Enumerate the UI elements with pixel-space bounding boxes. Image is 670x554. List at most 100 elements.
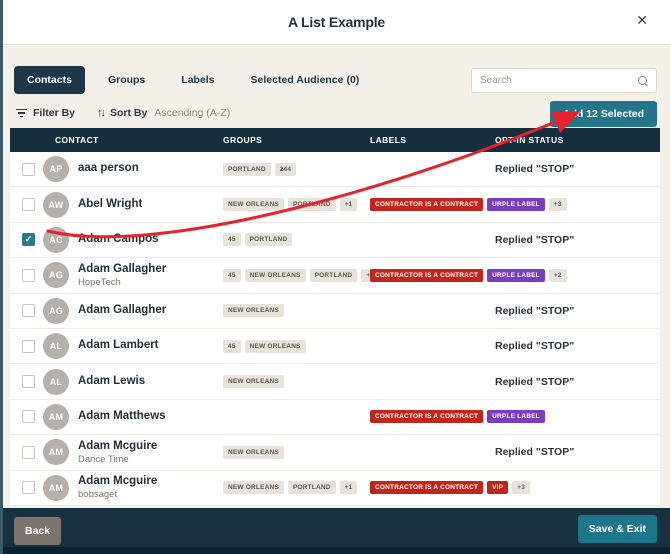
- search-icon: [638, 76, 648, 86]
- group-tag: New Orleans: [245, 340, 306, 353]
- page-background-edge: [0, 0, 3, 554]
- group-tag: Portland: [245, 233, 293, 246]
- row-checkbox[interactable]: [22, 375, 35, 388]
- tab-selected-audience[interactable]: Selected Audience (0): [238, 66, 373, 94]
- filter-by-control[interactable]: Filter By: [16, 107, 75, 119]
- search-input[interactable]: [480, 75, 638, 86]
- groups-cell: 45New OrleansPortland+1: [221, 269, 368, 282]
- row-checkbox[interactable]: [22, 446, 35, 459]
- table-row[interactable]: AL Adam Lewis New Orleans Replied "STOP": [10, 364, 660, 399]
- table-row[interactable]: AM Adam Matthews Contractor is a Contrac…: [10, 400, 660, 435]
- labels-cell: Contractor is a ContractVIP+3: [368, 481, 493, 494]
- tab-contacts[interactable]: Contacts: [14, 66, 85, 94]
- row-checkbox[interactable]: [22, 163, 35, 176]
- contacts-table: Contact Groups Labels Opt-In Status AP a…: [10, 128, 660, 506]
- sort-value[interactable]: Ascending (A-Z): [154, 107, 230, 119]
- contact-subtitle: bobsaget: [78, 489, 157, 500]
- groups-cell: Portland 244: [221, 163, 368, 176]
- save-exit-button[interactable]: Save & Exit: [578, 515, 657, 543]
- sort-by-label: Sort By: [110, 107, 147, 119]
- contact-name: Adam Gallagher: [78, 304, 166, 318]
- tab-labels[interactable]: Labels: [168, 66, 227, 94]
- tab-bar: Contacts Groups Labels Selected Audience…: [14, 66, 372, 94]
- label-tag: +3: [549, 198, 567, 211]
- group-tag: 45: [223, 233, 241, 246]
- contact-cell: AG Adam Gallagher: [10, 298, 221, 324]
- row-checkbox[interactable]: [22, 304, 35, 317]
- row-checkbox[interactable]: ✓: [22, 233, 35, 246]
- contact-name: Adam Mcguire: [78, 440, 157, 454]
- groups-cell: New OrleansPortland+1: [221, 481, 368, 494]
- avatar: AP: [43, 156, 69, 182]
- group-tag: New Orleans: [223, 304, 284, 317]
- back-button[interactable]: Back: [14, 517, 61, 545]
- row-checkbox[interactable]: [22, 481, 35, 494]
- contact-cell: AM Adam Matthews: [10, 404, 221, 430]
- modal-header: A List Example ✕: [3, 0, 670, 45]
- group-tag: +1: [340, 481, 358, 494]
- label-tag: Urple Label: [487, 269, 545, 282]
- table-row[interactable]: AM Adam Mcguire Dance Time New Orleans R…: [10, 435, 660, 470]
- group-tag: Portland: [310, 269, 358, 282]
- label-tag: VIP: [487, 481, 508, 494]
- optin-status: Replied "STOP": [493, 340, 660, 352]
- table-row[interactable]: AG Adam Gallagher New Orleans Replied "S…: [10, 294, 660, 329]
- sort-by-control[interactable]: ↑↓ Sort By Ascending (A-Z): [75, 107, 230, 119]
- tab-groups[interactable]: Groups: [95, 66, 158, 94]
- row-checkbox[interactable]: [22, 198, 35, 211]
- group-tag: New Orleans: [223, 446, 284, 459]
- column-groups: Groups: [221, 135, 368, 145]
- group-tag: 244: [275, 163, 296, 176]
- modal-title: A List Example: [288, 14, 385, 30]
- contact-cell: AL Adam Lambert: [10, 333, 221, 359]
- row-checkbox[interactable]: [22, 340, 35, 353]
- row-checkbox[interactable]: [22, 269, 35, 282]
- contact-cell: AP aaa person: [10, 156, 221, 182]
- table-row[interactable]: ✓ AC Adam Campos 45Portland Replied "STO…: [10, 223, 660, 258]
- optin-status: Replied "STOP": [493, 376, 660, 388]
- modal-body: Contacts Groups Labels Selected Audience…: [3, 46, 670, 508]
- optin-status: Replied "STOP": [493, 446, 660, 458]
- table-row[interactable]: AL Adam Lambert 45 New Orleans Replied "S…: [10, 329, 660, 364]
- label-tag: Contractor is a Contract: [370, 410, 483, 423]
- group-tag: +1: [340, 198, 358, 211]
- groups-cell: New Orleans: [221, 446, 368, 459]
- column-optin-status: Opt-In Status: [493, 135, 660, 145]
- contact-name: Abel Wright: [78, 198, 142, 212]
- avatar: AW: [43, 192, 69, 218]
- groups-cell: 45 Portland: [221, 233, 368, 246]
- filter-by-label: Filter By: [33, 107, 75, 119]
- close-icon[interactable]: ✕: [636, 13, 648, 27]
- groups-cell: New Orleans: [221, 375, 368, 388]
- contact-subtitle: Dance Time: [78, 454, 157, 465]
- add-selected-button[interactable]: Add 12 Selected: [550, 101, 657, 127]
- groups-cell: New OrleansPortland+1: [221, 198, 368, 211]
- labels-cell: Contractor is a ContractUrple Label+3: [368, 198, 493, 211]
- row-checkbox[interactable]: [22, 410, 35, 423]
- label-tag: Contractor is a Contract: [370, 481, 483, 494]
- table-row[interactable]: AP aaa person Portland244 Replied "STOP": [10, 152, 660, 187]
- search-box[interactable]: [471, 68, 657, 93]
- group-tag: New Orleans: [223, 375, 284, 388]
- table-row[interactable]: AW Abel Wright New OrleansPortland+1 Con…: [10, 187, 660, 222]
- contact-name: Adam Lewis: [78, 375, 145, 389]
- optin-status: Replied "STOP": [493, 305, 660, 317]
- group-tag: Portland: [288, 198, 336, 211]
- avatar: AM: [43, 439, 69, 465]
- contact-name: Adam Matthews: [78, 410, 166, 424]
- column-labels: Labels: [368, 135, 493, 145]
- avatar: AL: [43, 333, 69, 359]
- labels-cell: Contractor is a ContractUrple Label+2: [368, 269, 493, 282]
- labels-cell: Contractor is a ContractUrple Label: [368, 410, 493, 423]
- table-row[interactable]: AM Adam Mcguire bobsaget New OrleansPort…: [10, 471, 660, 506]
- contact-name: Adam Gallagher: [78, 263, 166, 277]
- contact-cell: AG Adam Gallagher HopeTech: [10, 262, 221, 288]
- group-tag: Portland: [223, 163, 271, 176]
- table-row[interactable]: AG Adam Gallagher HopeTech 45New Orleans…: [10, 258, 660, 293]
- group-tag: 45: [223, 340, 241, 353]
- filter-sort-bar: Filter By ↑↓ Sort By Ascending (A-Z): [16, 103, 230, 123]
- filter-icon: [16, 109, 27, 118]
- contact-name: aaa person: [78, 162, 139, 176]
- avatar: AM: [43, 404, 69, 430]
- contact-cell: AW Abel Wright: [10, 192, 221, 218]
